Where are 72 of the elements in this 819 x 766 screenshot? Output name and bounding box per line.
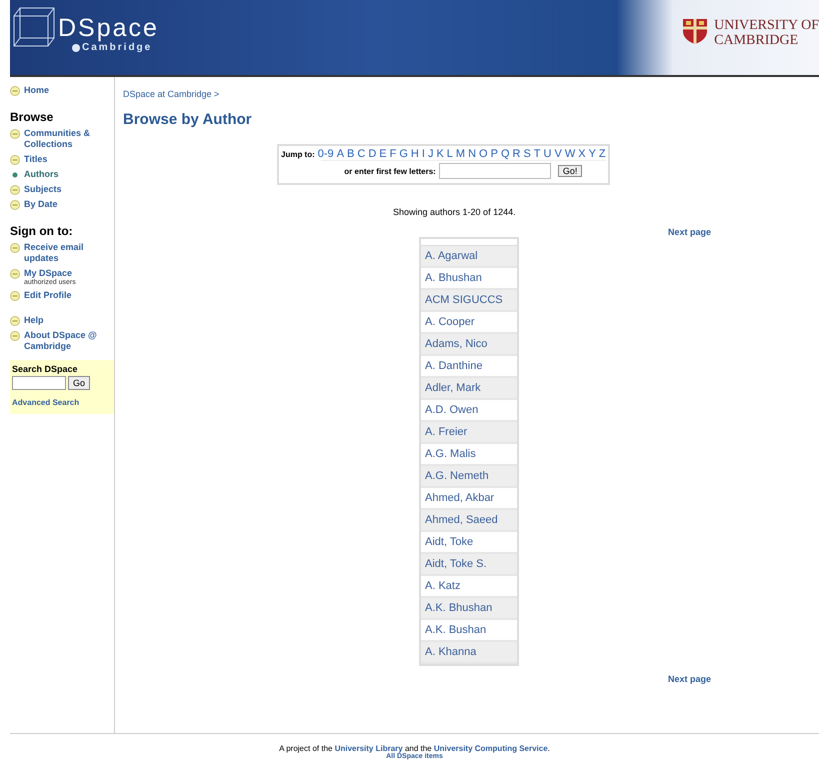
author-link[interactable]: A. Cooper	[425, 316, 475, 328]
author-link[interactable]: Ahmed, Akbar	[425, 492, 494, 504]
letter-link[interactable]: F	[390, 148, 396, 160]
letter-link[interactable]: S	[523, 148, 531, 160]
sidebar-heading: Sign on to:	[10, 224, 74, 238]
letter-link[interactable]: G	[399, 148, 408, 160]
search-heading: Search DSpace	[12, 364, 79, 374]
footer-link[interactable]: University Computing Service	[434, 744, 548, 753]
letter-link[interactable]: V	[554, 148, 562, 160]
sidebar-link[interactable]: My DSpace	[24, 268, 76, 279]
logo-subtitle: Cambridge	[82, 42, 152, 53]
author-link[interactable]: A. Katz	[425, 580, 460, 592]
letter-link[interactable]: C	[357, 148, 366, 160]
page-title: Browse by Author	[123, 111, 252, 128]
sidebar-link[interactable]: Home	[24, 85, 50, 96]
letter-link[interactable]: H	[410, 148, 419, 160]
sidebar-heading: Browse	[10, 110, 54, 124]
letter-link[interactable]: A	[336, 148, 344, 160]
letter-link[interactable]: Z	[598, 148, 606, 160]
results-summary: Showing authors 1-20 of 1244.	[393, 207, 516, 217]
sidebar-link[interactable]: Edit Profile	[24, 290, 72, 301]
go-button[interactable]: Go	[68, 376, 90, 390]
sidebar-link[interactable]: About DSpace @ Cambridge	[24, 330, 114, 352]
letter-link[interactable]: O	[479, 148, 488, 160]
letter-link[interactable]: U	[544, 148, 552, 160]
footer-link[interactable]: University Library	[334, 744, 403, 753]
sidebar-link[interactable]: Receive email updates	[24, 242, 114, 264]
letter-link[interactable]: W	[564, 148, 576, 160]
letter-link[interactable]: J	[428, 148, 434, 160]
letter-link[interactable]: I	[422, 148, 425, 160]
next-page-link[interactable]: Next page	[668, 227, 711, 237]
letter-link[interactable]: R	[512, 148, 520, 160]
letters-field[interactable]	[438, 163, 551, 179]
letter-link[interactable]: N	[468, 148, 476, 160]
sidebar-link[interactable]: Titles	[24, 154, 48, 165]
jump-label: Jump to:	[281, 150, 315, 158]
letter-link[interactable]: X	[578, 148, 586, 160]
letter-link[interactable]: 0-9	[318, 148, 334, 160]
go-button[interactable]: Go!	[558, 165, 582, 177]
author-link[interactable]: Aidt, Toke	[425, 536, 474, 548]
sidebar-link[interactable]: Subjects	[24, 184, 62, 195]
dot-icon	[72, 44, 80, 52]
advanced-search-link[interactable]: Advanced Search	[12, 398, 80, 407]
next-page-link[interactable]: Next page	[668, 674, 711, 684]
footer-text: A project of the University Library and the University Computing Service.	[279, 744, 550, 753]
letter-link[interactable]: Y	[588, 148, 596, 160]
breadcrumb-link[interactable]: DSpace at Cambridge >	[123, 89, 220, 99]
sidebar-link[interactable]: Help	[24, 315, 44, 326]
letter-link[interactable]: L	[446, 148, 453, 160]
sidebar-link[interactable]: By Date	[24, 199, 58, 210]
sidebar-link[interactable]: Communities & Collections	[24, 128, 114, 150]
sidebar-link[interactable]: Authors	[24, 169, 58, 180]
author-link[interactable]: A.D. Owen	[425, 404, 478, 416]
university-name: CAMBRIDGE	[714, 33, 800, 48]
author-link[interactable]: A. Danthine	[425, 360, 482, 372]
university-name: UNIVERSITY OF	[714, 18, 819, 33]
author-link[interactable]: A.K. Bushan	[425, 624, 486, 636]
letter-link[interactable]: M	[456, 148, 466, 160]
logo-text: DSpace	[58, 14, 159, 42]
letter-link[interactable]: D	[368, 148, 376, 160]
crest-icon	[682, 18, 708, 45]
letter-link[interactable]: Q	[500, 148, 510, 160]
letter-link[interactable]: K	[436, 148, 444, 160]
letter-link[interactable]: E	[379, 148, 387, 160]
letter-link[interactable]: T	[534, 148, 541, 160]
letter-link[interactable]: P	[490, 148, 498, 160]
enter-letters-label: or enter first few letters:	[344, 166, 436, 176]
letter-link[interactable]: B	[347, 148, 354, 160]
author-link[interactable]: A. Bhushan	[425, 272, 482, 284]
search-field[interactable]	[12, 376, 66, 390]
author-link[interactable]: A.G. Malis	[425, 448, 476, 460]
cube-icon	[12, 6, 56, 48]
